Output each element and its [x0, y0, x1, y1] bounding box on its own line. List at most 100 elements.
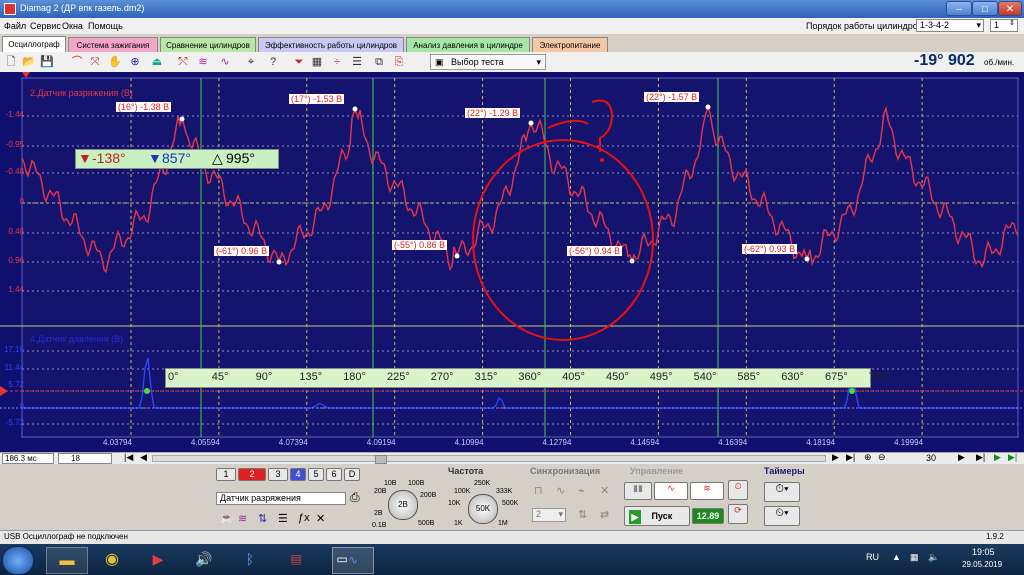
last-page-icon[interactable]: ▶| [846, 452, 855, 463]
language-indicator[interactable]: RU [866, 552, 879, 562]
sync-level-icon[interactable]: ∿ [556, 484, 565, 497]
explorer-icon[interactable]: ▬ [46, 547, 88, 574]
pause-button[interactable]: ▮▮ [624, 482, 652, 500]
cursor-tool-icon[interactable]: ⤧ [88, 55, 102, 69]
bluetooth-icon[interactable]: ᛒ [230, 547, 270, 572]
oscilloscope-plot[interactable]: 2.Датчик разряжения (В) -1.44 -0.95 -0.48 0… [0, 72, 1024, 452]
invert-icon[interactable]: ≋ [238, 512, 247, 525]
play-icon[interactable]: ▶ [994, 452, 1001, 463]
trigger-icon[interactable]: ⏏ [150, 55, 164, 69]
test-select[interactable]: ▣ Выбор теста ▾ [430, 54, 546, 70]
tray-arrow-icon[interactable]: ▲ [892, 552, 901, 562]
sine-mode-button[interactable]: ∿ [654, 482, 688, 500]
auto-mode-icon[interactable]: ⏲ [728, 480, 748, 500]
formula-icon[interactable]: ƒx [298, 512, 310, 524]
freq-knob-dial[interactable]: 50K [468, 494, 498, 524]
cylinder-order-select[interactable]: 1-3-4-2 ▾ [916, 19, 984, 32]
media-player-icon[interactable]: ▶ [138, 547, 178, 572]
first-page-icon[interactable]: |◀ [124, 452, 133, 463]
sync-fit-icon[interactable]: ✕ [600, 484, 609, 497]
sync-swap-icon[interactable]: ⇄ [600, 508, 609, 521]
channel-d-button[interactable]: D [344, 468, 360, 481]
volume-app-icon[interactable]: 🔊 [184, 547, 224, 572]
prev-page-icon[interactable]: ◀ [140, 452, 147, 463]
question-icon[interactable]: ? [266, 55, 280, 69]
cylinder-number-spinner[interactable]: 1 ⇕ [990, 19, 1018, 32]
count-select[interactable]: 18 [58, 453, 112, 464]
tab-cylinder-compare[interactable]: Сравнение цилиндров [160, 37, 256, 52]
fit-icon[interactable]: ⤲ [176, 55, 190, 69]
tray-volume-icon[interactable]: 🔈 [928, 552, 939, 563]
start-button[interactable] [2, 546, 34, 575]
scroll-thumb[interactable] [375, 455, 387, 464]
scale-icon[interactable]: ⇅ [258, 512, 267, 525]
chrome-icon[interactable]: ◉ [92, 547, 132, 572]
lines-icon[interactable]: ☰ [278, 512, 288, 525]
split-icon[interactable]: ÷ [330, 55, 344, 69]
channel-2-button[interactable]: 2 [238, 468, 266, 481]
voltage-range-knob[interactable]: 10В 100В 20В 200В 2В 0.1В 500В 2В [370, 480, 436, 530]
sync-edge-icon[interactable]: ⊓ [534, 484, 543, 497]
arc-tool-icon[interactable]: ⌒ [70, 55, 84, 69]
open-folder-icon[interactable]: 📂 [22, 55, 36, 69]
tab-oscilloscope[interactable]: Осциллограф [2, 36, 66, 52]
freq-10k: 10K [448, 500, 461, 507]
new-file-icon[interactable]: 🗋 [4, 55, 18, 69]
menu-service[interactable]: Сервис [30, 21, 61, 31]
table-icon[interactable]: ▦ [310, 55, 324, 69]
filter-icon[interactable]: ⏷ [292, 55, 306, 69]
channel-4-button[interactable]: 4 [290, 468, 306, 481]
sensor-config-icon[interactable]: ⎙ [350, 490, 360, 505]
menu-windows[interactable]: Окна [62, 21, 83, 31]
tab-ignition[interactable]: Система зажигания [68, 37, 158, 52]
pdf-icon[interactable]: ▤ [276, 547, 316, 572]
tab-cylinder-efficiency[interactable]: Эффективность работы цилиндров [258, 37, 404, 52]
pan-hand-icon[interactable]: ✋ [108, 55, 122, 69]
frequency-knob[interactable]: 250K 100K 333K 10K 500K 1K 1M 50K [446, 480, 518, 530]
range-knob-dial[interactable]: 2В [388, 490, 418, 520]
degree-label: 0° [168, 371, 179, 383]
red-cursor-value: -138° [92, 150, 126, 166]
probe-icon[interactable]: ☕ [220, 512, 234, 525]
timebase-select[interactable]: 186.3 мс [2, 453, 54, 464]
minimize-button[interactable]: – [946, 1, 972, 16]
close-button[interactable]: ✕ [998, 1, 1022, 16]
export-icon[interactable]: ⎘ [392, 55, 406, 69]
step-right-icon[interactable]: ▶ [958, 452, 965, 463]
zoom-tool-icon[interactable]: ⊕ [128, 55, 142, 69]
horizontal-scrollbar[interactable] [152, 455, 826, 464]
tab-pressure-analysis[interactable]: Анализ давления в цилиндре [406, 37, 530, 52]
zoom-out-icon[interactable]: ⊖ [878, 452, 886, 463]
layout-icon[interactable]: ☰ [350, 55, 364, 69]
maximize-button[interactable]: □ [972, 1, 998, 16]
sync-auto-icon[interactable]: ⌁ [578, 484, 585, 497]
channel-3-button[interactable]: 3 [268, 468, 288, 481]
sync-channel-select[interactable]: 2 ▾ [532, 508, 566, 522]
timer-2-button[interactable]: ⏲▾ [764, 506, 800, 526]
tab-power[interactable]: Электропитание [532, 37, 608, 52]
start-button[interactable]: ▶ Пуск [624, 506, 690, 526]
zoom-in-icon[interactable]: ⊕ [864, 452, 872, 463]
marker-icon[interactable]: ⌖ [244, 55, 258, 69]
save-icon[interactable]: 💾 [40, 55, 54, 69]
waveform-icon[interactable]: ≋ [196, 55, 210, 69]
degree-ruler[interactable]: 0° 45° 90° 135° 180° 225° 270° 315° 360° 405° 450°… [165, 368, 892, 388]
diamag-taskbar-icon[interactable]: ∿ [332, 547, 374, 574]
layers-icon[interactable]: ⧉ [372, 55, 386, 69]
auto-record-icon[interactable]: ⟳ [728, 504, 748, 524]
tray-network-icon[interactable]: ▦ [910, 552, 919, 563]
next-page-icon[interactable]: ▶ [832, 452, 839, 463]
sync-dir-icon[interactable]: ⇅ [578, 508, 587, 521]
tools-icon[interactable]: ✕ [316, 512, 325, 525]
multi-mode-button[interactable]: ≋ [690, 482, 724, 500]
overlay-icon[interactable]: ∿ [218, 55, 232, 69]
timer-1-button[interactable]: ⏱▾ [764, 482, 800, 502]
sensor-select[interactable]: Датчик разряжения [216, 492, 346, 505]
step-end-icon[interactable]: ▶| [976, 452, 985, 463]
channel-6-button[interactable]: 6 [326, 468, 342, 481]
channel-1-button[interactable]: 1 [216, 468, 236, 481]
menu-file[interactable]: Файл [4, 21, 26, 31]
play-end-icon[interactable]: ▶| [1008, 452, 1017, 463]
channel-5-button[interactable]: 5 [308, 468, 324, 481]
menu-help[interactable]: Помощь [88, 21, 123, 31]
